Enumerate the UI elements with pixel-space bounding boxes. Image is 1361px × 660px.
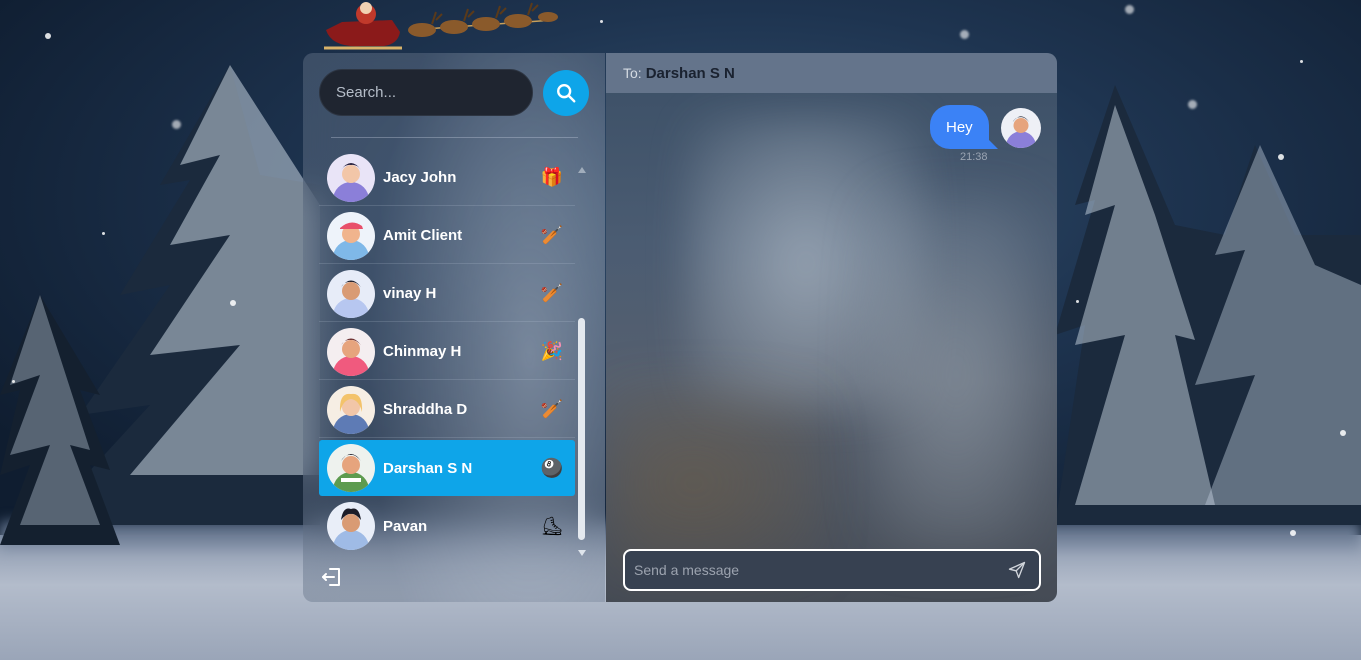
avatar [327,269,375,318]
contact-item[interactable]: vinay H 🏏 [319,266,575,322]
contact-item[interactable]: Jacy John 🎁 [319,150,575,206]
scroll-down-arrow-icon[interactable] [578,550,586,556]
chat-header: To: Darshan S N [606,53,1057,93]
snowflake [102,232,105,235]
snowflake [600,20,603,23]
snowflake [45,33,51,39]
avatar [327,211,375,260]
snowflake [172,120,181,129]
snowflake [960,30,969,39]
chat-panel: To: Darshan S N Hey 21:38 [606,53,1057,602]
contact-name: Shraddha D [383,401,468,418]
contact-name: vinay H [383,285,437,302]
snowflake [1188,100,1197,109]
send-icon[interactable] [1007,560,1027,580]
message-bubble: Hey [930,105,989,149]
avatar [327,153,375,202]
snowflake [1300,60,1303,63]
cricket-bat-icon: 🏏 [540,225,564,245]
scroll-up-arrow-icon[interactable] [578,167,586,173]
to-label: To: [623,65,642,81]
santa-sleigh-icon [324,2,558,50]
contact-item[interactable]: Amit Client 🏏 [319,208,575,264]
pine-tree-right [1055,85,1361,525]
avatar [327,327,375,376]
snowflake [1290,530,1296,536]
search-button[interactable] [543,70,589,116]
divider [331,137,578,138]
scrollbar-thumb[interactable] [578,318,585,540]
contact-name: Chinmay H [383,343,462,360]
message-text: Hey [946,118,973,136]
avatar [327,444,375,492]
avatar [327,385,375,434]
recipient-name: Darshan S N [645,64,735,82]
ice-skate-icon: ⛸ [540,515,564,536]
contact-name: Pavan [383,517,428,535]
contact-item[interactable]: Pavan ⛸ [319,498,575,554]
party-popper-icon: 🎉 [540,341,564,361]
snowflake [12,380,15,383]
search-input[interactable] [319,69,533,116]
logout-icon[interactable] [320,565,344,589]
contact-name: Darshan S N [383,459,473,477]
billiard-ball-icon: 🎱 [540,457,564,478]
message-timestamp: 21:38 [960,151,988,163]
contact-name: Amit Client [383,227,463,244]
avatar [327,502,375,550]
contact-item-active[interactable]: Darshan S N 🎱 [319,440,575,496]
cricket-bat-icon: 🏏 [540,399,564,419]
contact-name: Jacy John [383,169,457,186]
message-input-container [623,549,1041,591]
pine-tree-left-small [0,295,120,545]
snowflake [1278,154,1284,160]
gift-icon: 🎁 [540,167,564,187]
snowflake [230,300,236,306]
background-blur [866,193,1046,553]
contact-list: Jacy John 🎁 Amit Client 🏏 vinay H 🏏 Chin… [319,150,575,550]
snowflake [1340,430,1346,436]
contact-item[interactable]: Chinmay H 🎉 [319,324,575,380]
snowflake [1076,300,1079,303]
message-input[interactable] [625,551,1007,589]
snowflake [1125,5,1134,14]
avatar [1001,108,1041,148]
search-icon [557,84,576,103]
contact-item[interactable]: Shraddha D 🏏 [319,382,575,438]
scrollbar[interactable] [575,161,587,556]
cricket-bat-icon: 🏏 [540,283,564,303]
contacts-panel: Jacy John 🎁 Amit Client 🏏 vinay H 🏏 Chin… [303,53,605,602]
